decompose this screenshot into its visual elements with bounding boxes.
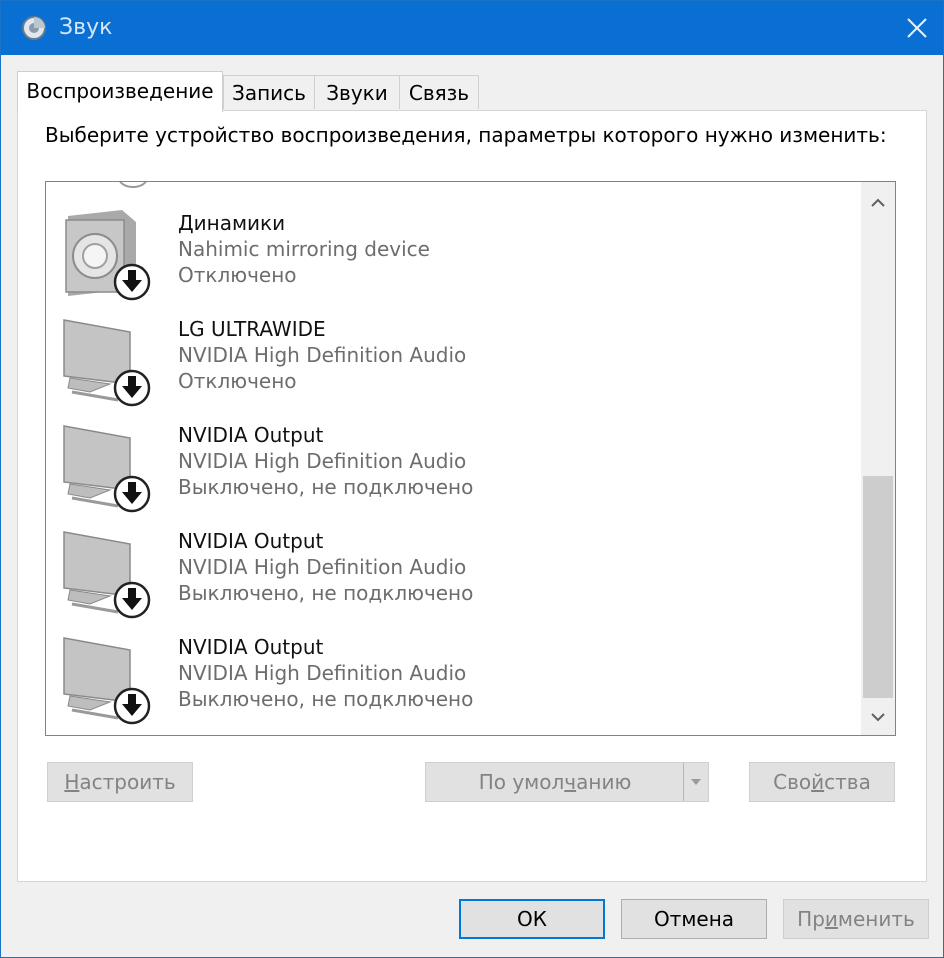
device-driver: NVIDIA High Definition Audio	[178, 555, 467, 579]
ok-button[interactable]: ОК	[459, 899, 605, 939]
monitor-device-icon	[63, 319, 151, 407]
scroll-up-button[interactable]	[861, 186, 895, 220]
properties-button[interactable]: Свойства	[749, 762, 895, 802]
device-status: Отключено	[178, 369, 297, 393]
partial-device-icon	[118, 182, 148, 188]
monitor-device-icon	[63, 637, 151, 725]
list-item[interactable]: NVIDIA Output NVIDIA High Definition Aud…	[46, 520, 860, 626]
speaker-icon	[22, 16, 46, 40]
device-name: NVIDIA Output	[178, 529, 324, 553]
configure-button[interactable]: Настроить	[47, 762, 193, 802]
dropdown-arrow-icon	[691, 779, 701, 785]
tab-recording[interactable]: Запись	[223, 75, 315, 109]
device-status: Выключено, не подключено	[178, 581, 474, 605]
device-driver: NVIDIA High Definition Audio	[178, 343, 467, 367]
sound-dialog: Звук Воспроизведение Запись Звуки Связь …	[0, 0, 944, 958]
scroll-thumb[interactable]	[863, 476, 893, 698]
tab-communications[interactable]: Связь	[399, 75, 479, 109]
list-item[interactable]: NVIDIA Output NVIDIA High Definition Aud…	[46, 414, 860, 520]
monitor-device-icon	[63, 425, 151, 513]
chevron-up-icon	[871, 198, 885, 207]
set-default-dropdown[interactable]	[683, 763, 708, 801]
title-bar[interactable]: Звук	[1, 1, 943, 55]
vertical-scrollbar[interactable]	[861, 182, 895, 735]
speaker-device-icon	[65, 210, 151, 301]
list-item[interactable]: NVIDIA Output NVIDIA High Definition Aud…	[46, 626, 860, 732]
close-icon	[907, 18, 927, 38]
instruction-text: Выберите устройство воспроизведения, пар…	[45, 123, 887, 147]
tab-sounds[interactable]: Звуки	[314, 75, 400, 109]
device-list[interactable]: Динамики Nahimic mirroring device Отключ…	[45, 181, 896, 736]
device-status: Выключено, не подключено	[178, 687, 474, 711]
tab-playback[interactable]: Воспроизведение	[17, 71, 223, 112]
cancel-button[interactable]: Отмена	[621, 899, 767, 939]
list-item[interactable]: LG ULTRAWIDE NVIDIA High Definition Audi…	[46, 308, 860, 414]
device-driver: Nahimic mirroring device	[178, 237, 430, 261]
window-title: Звук	[59, 15, 113, 40]
device-driver: NVIDIA High Definition Audio	[178, 661, 467, 685]
device-name: Динамики	[178, 211, 286, 235]
device-status: Отключено	[178, 263, 297, 287]
apply-button[interactable]: Применить	[783, 899, 929, 939]
device-name: NVIDIA Output	[178, 635, 324, 659]
device-name: NVIDIA Output	[178, 423, 324, 447]
chevron-down-icon	[871, 713, 885, 722]
device-name: LG ULTRAWIDE	[178, 317, 326, 341]
scroll-down-button[interactable]	[861, 700, 895, 734]
close-button[interactable]	[891, 1, 943, 55]
device-driver: NVIDIA High Definition Audio	[178, 449, 467, 473]
device-status: Выключено, не подключено	[178, 475, 474, 499]
monitor-device-icon	[63, 531, 151, 619]
set-default-button[interactable]: По умолчанию	[425, 762, 709, 802]
list-item[interactable]: Динамики Nahimic mirroring device Отключ…	[46, 202, 860, 308]
